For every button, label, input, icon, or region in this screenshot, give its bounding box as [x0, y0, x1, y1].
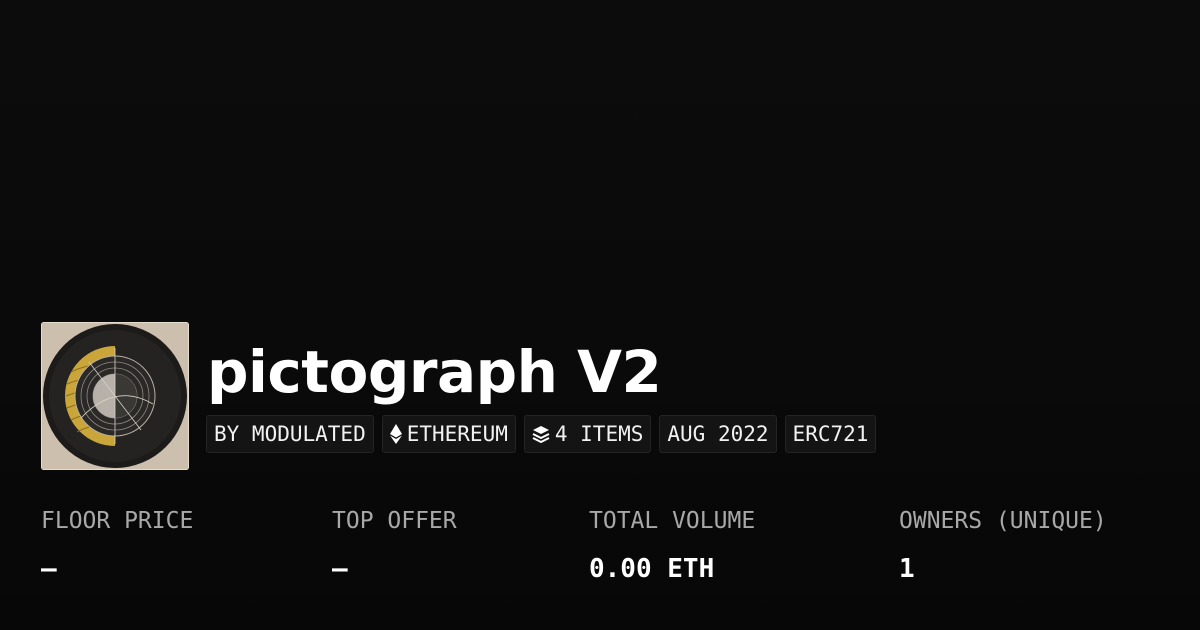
standard-tag-label: ERC721	[792, 422, 869, 446]
owners-label: OWNERS (UNIQUE)	[899, 508, 1107, 534]
collection-header: pictograph V2 BY MODULATED ETHEREUM 4 IT…	[41, 322, 1161, 470]
total-volume-stat: TOTAL VOLUME 0.00 ETH	[589, 503, 755, 589]
date-tag-label: AUG 2022	[667, 422, 769, 446]
top-offer-label: TOP OFFER	[332, 508, 457, 534]
collection-stats: FLOOR PRICE — TOP OFFER — TOTAL VOLUME 0…	[41, 503, 1181, 603]
chain-tag[interactable]: ETHEREUM	[381, 415, 516, 453]
items-tag[interactable]: 4 ITEMS	[523, 415, 652, 453]
creator-tag-label: BY MODULATED	[214, 422, 366, 446]
owners-stat: OWNERS (UNIQUE) 1	[899, 503, 1107, 589]
collection-tags: BY MODULATED ETHEREUM 4 ITEMS AUG 2022 E…	[206, 415, 877, 455]
layers-icon	[532, 425, 550, 443]
floor-price-label: FLOOR PRICE	[41, 508, 194, 534]
standard-tag: ERC721	[784, 415, 877, 453]
total-volume-value: 0.00 ETH	[589, 554, 715, 584]
top-offer-stat: TOP OFFER —	[332, 503, 457, 589]
ethereum-icon	[389, 424, 402, 444]
top-offer-value: —	[332, 554, 348, 584]
floor-price-stat: FLOOR PRICE —	[41, 503, 193, 589]
items-tag-label: 4 ITEMS	[554, 422, 644, 446]
collection-thumbnail[interactable]	[41, 322, 189, 470]
collection-title: pictograph V2	[207, 338, 662, 406]
collection-thumbnail-artwork	[41, 322, 189, 470]
date-tag: AUG 2022	[659, 415, 777, 453]
owners-value: 1	[899, 554, 915, 584]
creator-tag[interactable]: BY MODULATED	[206, 415, 374, 453]
floor-price-value: —	[41, 554, 57, 584]
total-volume-label: TOTAL VOLUME	[589, 508, 756, 534]
chain-tag-label: ETHEREUM	[406, 422, 508, 446]
